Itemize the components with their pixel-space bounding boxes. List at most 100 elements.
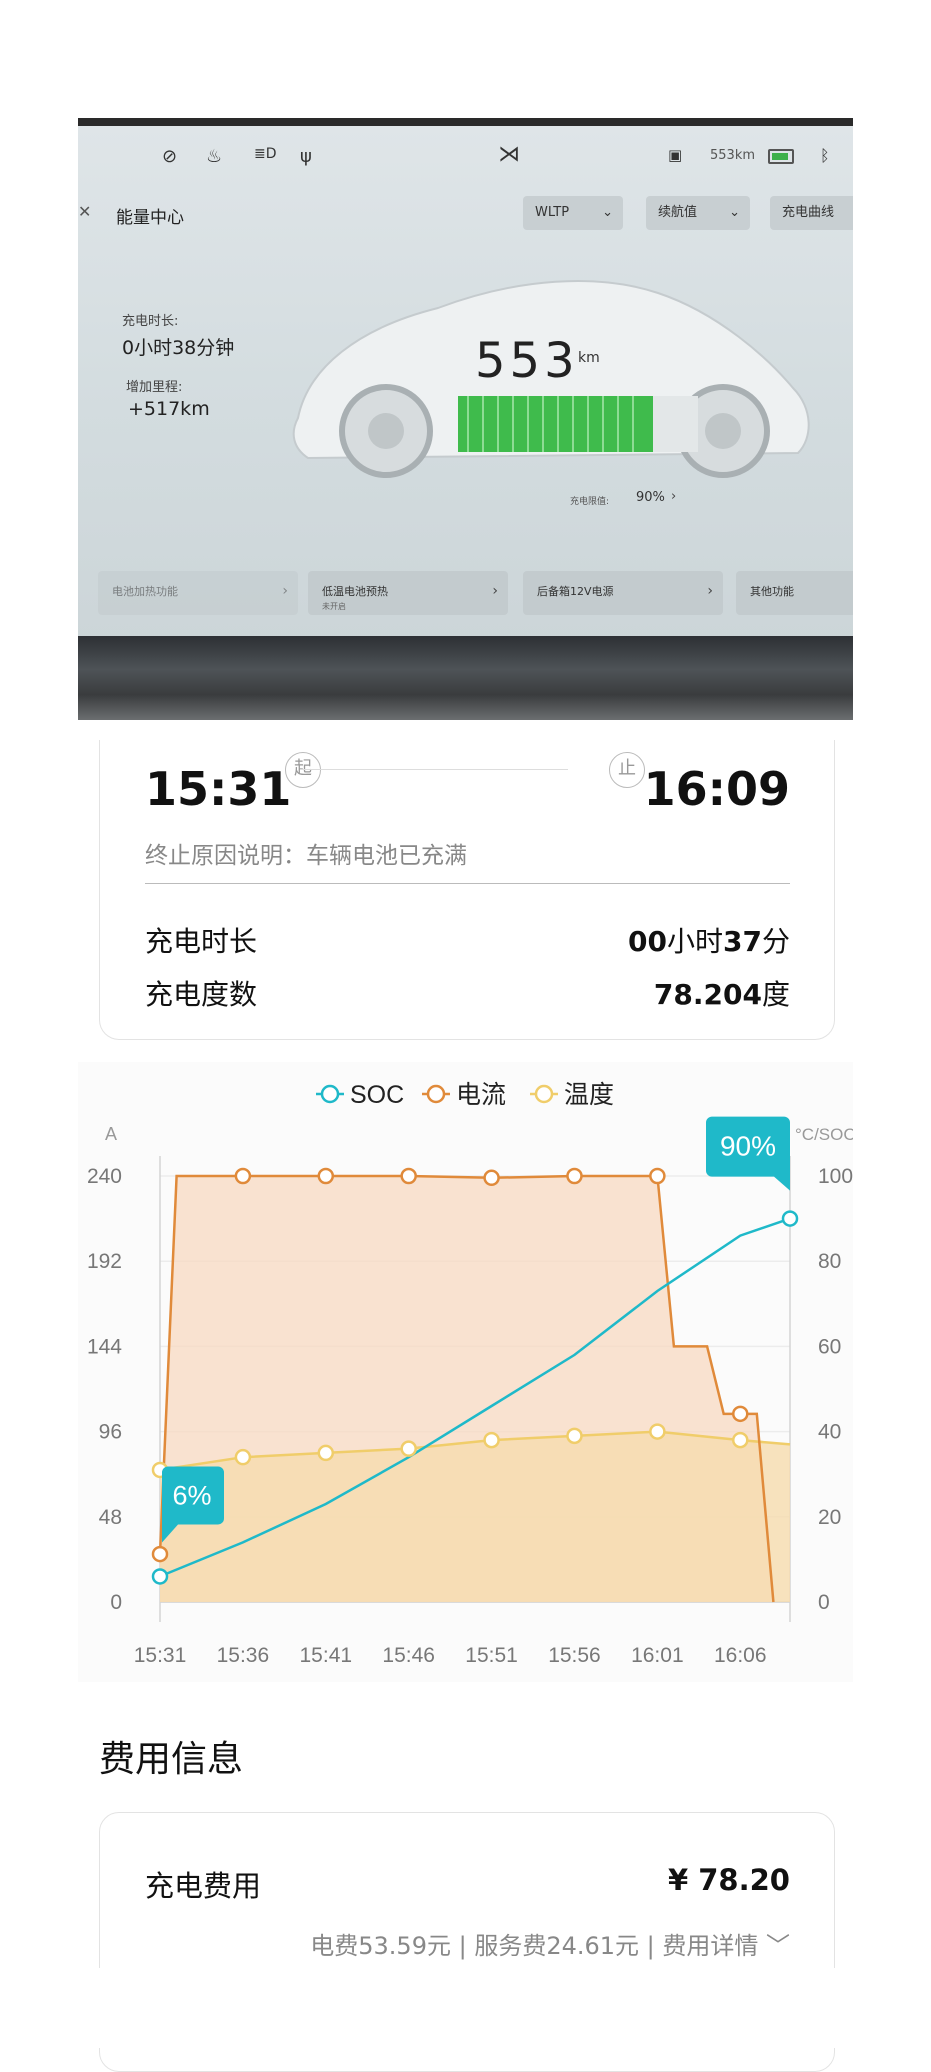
temperature-point [483,1431,500,1449]
added-range-value: +517km [128,398,210,420]
temperature-point [566,1427,583,1445]
stop-reason: 终止原因说明：车辆电池已充满 [145,843,467,869]
y-left-tick-label: 96 [99,1421,122,1444]
x-tick-label: 16:06 [714,1644,767,1667]
bottom-card-label: 后备箱12V电源 [537,585,614,598]
y-right-tick-label: 0 [818,1591,830,1614]
energy-unit: 度 [761,978,790,1011]
added-range-label: 增加里程: [126,380,183,395]
current-point [317,1167,335,1185]
y-right-tick-label: 20 [818,1506,841,1529]
bottom-card-battery-heating[interactable]: 电池加热功能 › [98,571,298,615]
temperature-point [317,1444,335,1462]
range-type-dropdown[interactable]: 续航值 ⌄ [646,196,750,230]
fee-detail-link[interactable]: 电费53.59元 | 服务费24.61元 | 费用详情 ﹀ [310,1926,790,1961]
legend-label: SOC [350,1081,404,1109]
current-point [649,1167,666,1185]
charge-curve-label: 充电曲线 [782,205,835,220]
legend-marker [426,1084,446,1104]
charge-limit-value[interactable]: 90% [636,490,665,505]
headlight-auto-icon[interactable]: ≣D [254,146,277,162]
temperature-point [732,1431,749,1449]
range-type-value: 续航值 [658,205,698,220]
end-tag: 止 [609,752,645,788]
y-right-tick-label: 60 [818,1335,841,1358]
energy-number: 78.204 [653,978,762,1011]
x-tick-label: 15:41 [300,1644,353,1667]
bottom-card-label: 电池加热功能 [112,585,178,598]
mode-dropdown-value: WLTP [535,205,570,220]
divider [145,883,790,884]
chevron-down-icon: ⌄ [729,205,740,220]
bottom-card-label: 低温电池预热 [322,585,388,598]
x-tick-label: 15:51 [465,1644,518,1667]
current-point [483,1169,500,1187]
screen-bezel [78,118,853,126]
close-icon[interactable]: ✕ [78,202,91,221]
temperature-point [649,1423,666,1440]
bottom-card-sub: 未开启 [322,602,346,611]
fee-section-title: 费用信息 [99,1739,244,1780]
fee-value: ¥ 78.20 [667,1863,790,1897]
soc-end-label: 90% [720,1131,776,1162]
bluetooth-icon[interactable]: ᛒ [820,146,830,165]
y-left-tick-label: 0 [110,1591,122,1614]
start-time: 15:31 [145,762,292,816]
duration-minutes: 37 [723,925,762,958]
range-unit: km [578,350,600,366]
charge-duration-value: 0小时38分钟 [122,337,235,359]
soc-start-label: 6% [172,1480,211,1510]
end-time: 16:09 [643,762,790,816]
bottom-card-battery-preheat[interactable]: 低温电池预热 未开启 › [308,571,508,615]
x-tick-label: 15:56 [548,1644,601,1667]
charge-limit-label: 充电限值: [570,497,610,507]
current-point [234,1167,252,1185]
y-left-tick-label: 144 [87,1335,122,1358]
legend-marker [534,1084,554,1104]
start-tag: 起 [285,752,321,788]
soc-point [151,1568,169,1585]
y-left-tick-label: 48 [99,1506,122,1529]
car-screen-photo: ⊘ ♨ ≣D ψ ⋊ ▣ 553km ᛒ ✕ 能量中心 WLTP ⌄ 续航值 ⌄… [78,118,853,720]
steering-icon[interactable]: ⊘ [162,146,177,167]
chevron-right-icon: › [671,489,677,504]
soc-point [781,1210,799,1227]
y-right-tick-label: 100 [818,1165,853,1188]
duration-minutes-unit: 分 [761,925,790,958]
x-tick-label: 15:31 [134,1644,187,1667]
charge-session-card: 15:31 起 止 16:09 终止原因说明：车辆电池已充满 充电时长 00小时… [99,740,835,1040]
energy-label: 充电度数 [145,978,258,1011]
fee-label: 充电费用 [145,1869,262,1903]
battery-icon [768,149,794,164]
legend-label: 电流 [456,1081,506,1109]
charge-curve-button[interactable]: 充电曲线 [770,196,853,230]
timeline-line [300,769,568,770]
y-right-unit: °C/SOC [795,1125,853,1144]
x-tick-label: 16:01 [631,1644,684,1667]
y-left-unit: A [105,1124,117,1144]
range-status-text: 553km [710,148,756,163]
mode-dropdown[interactable]: WLTP ⌄ [523,196,623,230]
current-point [732,1405,749,1423]
charge-curve-chart: 0 48 96 144 192 240 0 20 40 60 80 100 A °C/SOC 15:31 15… [78,1062,853,1682]
bottom-card-trunk-12v[interactable]: 后备箱12V电源 › [523,571,723,615]
chart-svg: 0 48 96 144 192 240 0 20 40 60 80 100 A °C/SOC 15:31 15… [87,1081,853,1667]
chevron-right-icon: › [492,583,498,599]
usb-icon[interactable]: ψ [300,146,312,167]
bottom-card-other[interactable]: 其他功能 [736,571,853,615]
defrost-icon[interactable]: ♨ [206,146,222,167]
current-point [151,1545,169,1563]
duration-value: 00小时37分 [628,920,790,960]
chevron-down-icon: ⌄ [602,205,613,220]
chevron-right-icon: › [707,583,713,599]
energy-value: 78.204度 [654,973,790,1013]
duration-hours: 00 [628,925,667,958]
camera-icon[interactable]: ▣ [668,146,682,164]
charge-duration-label: 充电时长: [122,314,179,329]
y-left-tick-label: 240 [87,1165,122,1188]
chevron-right-icon: › [282,583,288,599]
y-left-tick-label: 192 [87,1250,122,1273]
bottom-card-label: 其他功能 [750,585,794,598]
xpeng-logo: ⋊ [498,142,520,167]
legend-marker [320,1084,340,1104]
